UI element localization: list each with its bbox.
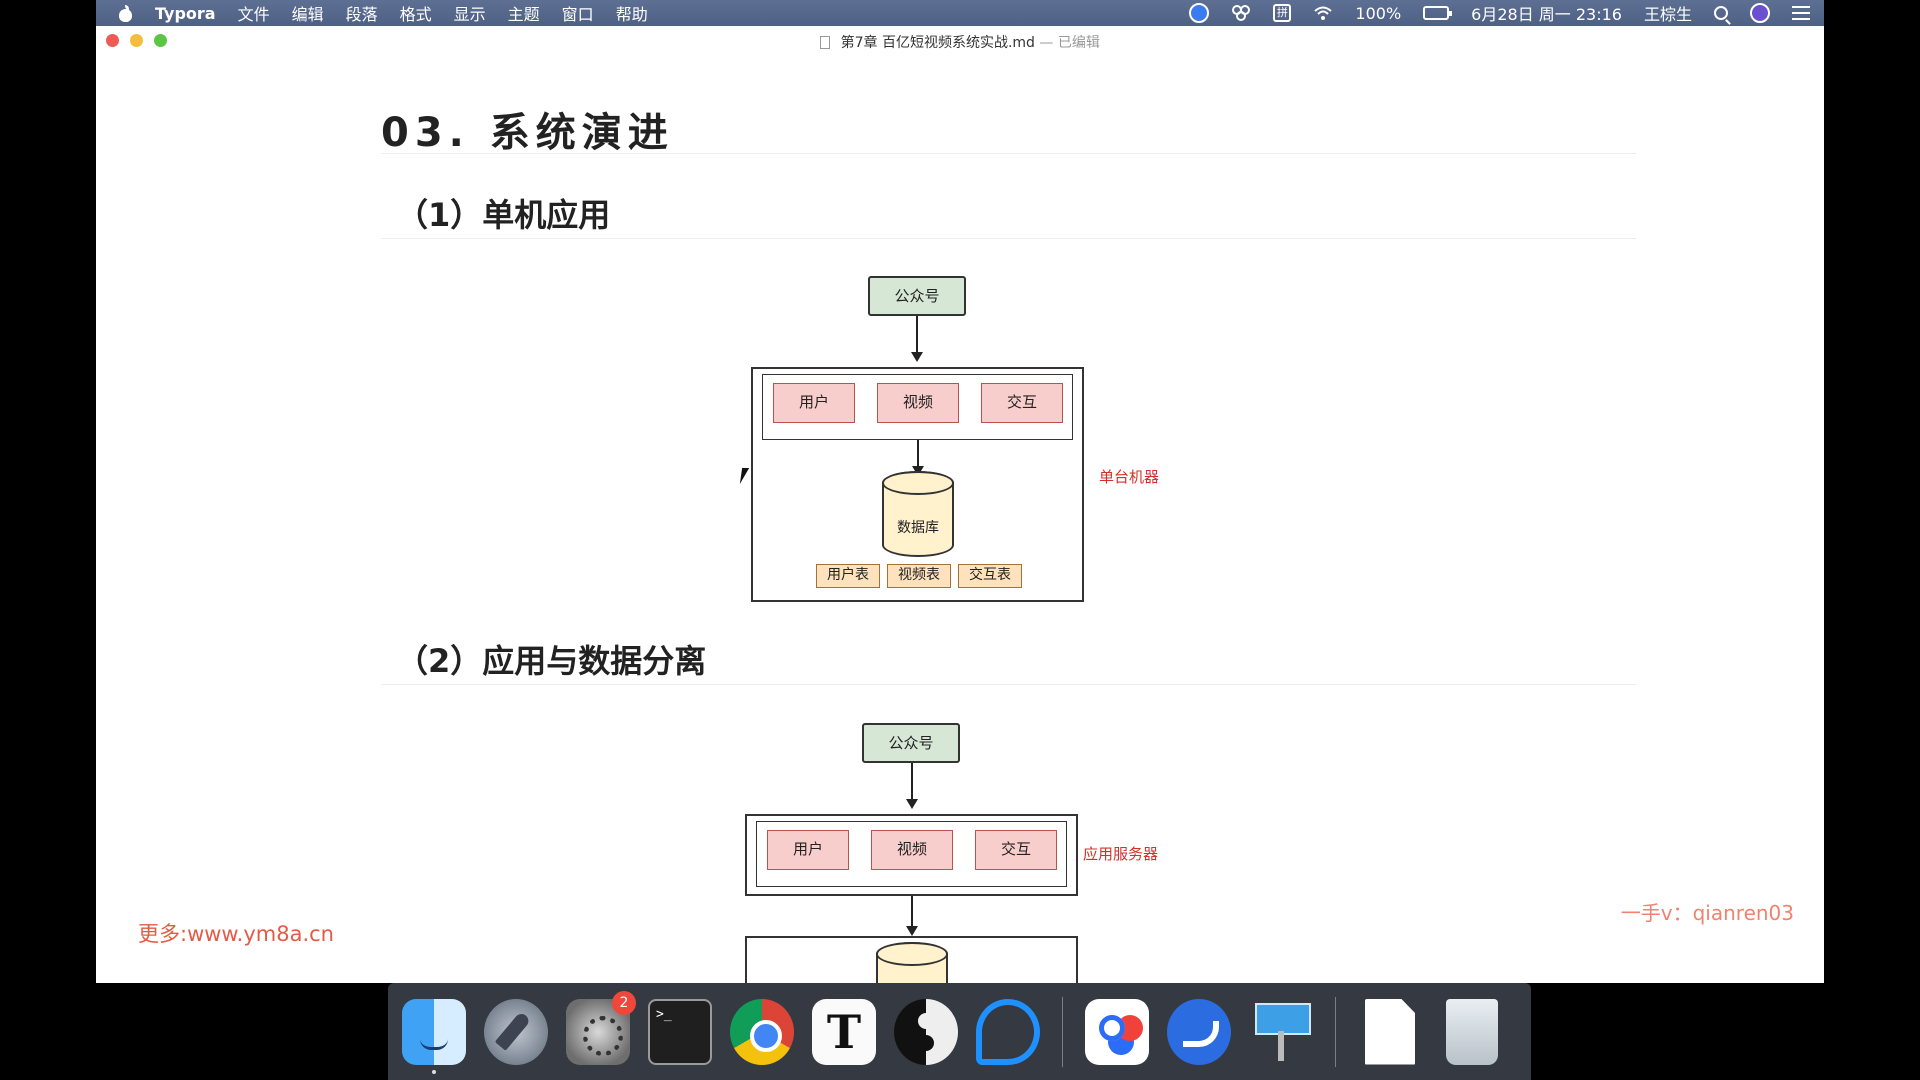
dock: 2 >_ T [388,983,1531,1080]
input-method-icon[interactable]: 拼 [1273,4,1292,22]
baidu-netdisk-icon[interactable] [1085,998,1149,1065]
menubar-user[interactable]: 王棕生 [1644,1,1692,25]
menubar: Typora 文件 编辑 段落 格式 显示 主题 窗口 帮助 拼 100% 6月… [96,0,1824,26]
typora-window: 第7章 百亿短视频系统实战.md — 已编辑 03. 系统演进 （1）单机应用 … [96,26,1824,983]
section1-rule [381,238,1636,239]
notification-badge: 2 [612,990,636,1015]
chat-app-icon[interactable] [976,998,1040,1065]
section1-arrow-top [911,316,923,362]
window-title: 第7章 百亿短视频系统实战.md — 已编辑 [96,32,1824,52]
section2-module-interaction: 交互 [975,830,1057,870]
section2-module-video: 视频 [871,830,953,870]
menubar-right: 拼 100% 6月28日 周一 23:16 王棕生 [1189,1,1810,25]
menu-app-name[interactable]: Typora [155,4,216,23]
edited-status: — 已编辑 [1039,35,1100,51]
finder-icon[interactable] [402,998,466,1074]
document-icon [820,36,831,49]
section1-title: （1）单机应用 [396,196,611,234]
menu-help[interactable]: 帮助 [616,1,648,25]
section1-table-interaction: 交互表 [958,564,1022,588]
section1-arrow-db [912,440,924,476]
menu-format[interactable]: 格式 [400,1,432,25]
terminal-icon[interactable]: >_ [648,998,712,1065]
feishu-status-icon[interactable] [1189,3,1210,23]
baidu-status-icon[interactable] [1231,4,1251,22]
typora-icon[interactable]: T [812,998,876,1065]
running-dot [432,1069,436,1074]
section1-table-user: 用户表 [816,564,880,588]
launchpad-icon[interactable] [484,998,548,1065]
menu-window[interactable]: 窗口 [562,1,594,25]
section2-module-user: 用户 [767,830,849,870]
section2-arrow-top [906,763,918,809]
chrome-icon[interactable] [730,998,794,1065]
section2-arrow-db [906,896,918,936]
document-file-icon[interactable] [1365,998,1415,1065]
battery-icon[interactable] [1423,6,1453,20]
page-heading: 03. 系统演进 [381,110,674,156]
menu-file[interactable]: 文件 [238,1,270,25]
section1-table-video: 视频表 [887,564,951,588]
menu-theme[interactable]: 主题 [508,1,540,25]
trash-icon[interactable] [1446,998,1498,1065]
section1-module-user: 用户 [773,383,855,423]
section2-rule [381,684,1636,685]
watermark-left: 更多:www.ym8a.cn [138,922,334,946]
yinyang-app-icon[interactable] [894,998,958,1065]
section1-module-video: 视频 [877,383,959,423]
feishu-icon[interactable] [1167,998,1231,1065]
section1-database-icon: 数据库 [882,471,954,557]
battery-percent: 100% [1355,3,1402,23]
dock-separator [1335,996,1336,1067]
section2-database-icon [876,942,948,983]
system-preferences-icon[interactable]: 2 [566,990,636,1065]
database-top [882,471,954,495]
editor-content[interactable]: 03. 系统演进 （1）单机应用 公众号 用户 视频 交互 数据库 用户表 视频… [96,56,1824,983]
spotlight-search-icon[interactable] [1714,6,1728,20]
dock-separator [1062,996,1063,1067]
siri-icon[interactable] [1750,3,1770,23]
keynote-icon[interactable] [1249,999,1313,1065]
section1-public-account-box: 公众号 [868,276,966,316]
section2-title: （2）应用与数据分离 [396,642,707,680]
heading-rule [381,153,1636,154]
apple-icon[interactable] [118,4,133,22]
menu-paragraph[interactable]: 段落 [346,1,378,25]
section2-server-label: 应用服务器 [1083,845,1159,863]
section1-module-interaction: 交互 [981,383,1063,423]
wifi-icon[interactable] [1313,4,1333,22]
menubar-left: Typora 文件 编辑 段落 格式 显示 主题 窗口 帮助 [118,1,648,25]
window-titlebar: 第7章 百亿短视频系统实战.md — 已编辑 [96,26,1824,56]
section2-public-account-box: 公众号 [862,723,960,763]
menu-view[interactable]: 显示 [454,1,486,25]
watermark-right: 一手v：qianren03 [1620,901,1794,925]
database-top [876,942,948,966]
section1-machine-label: 单台机器 [1099,468,1160,486]
section1-database-label: 数据库 [897,520,939,536]
menubar-clock[interactable]: 6月28日 周一 23:16 [1471,1,1622,25]
document-name: 第7章 百亿短视频系统实战.md [840,35,1035,51]
mouse-cursor [739,468,750,484]
notification-center-icon[interactable] [1792,6,1810,20]
menu-edit[interactable]: 编辑 [292,1,324,25]
